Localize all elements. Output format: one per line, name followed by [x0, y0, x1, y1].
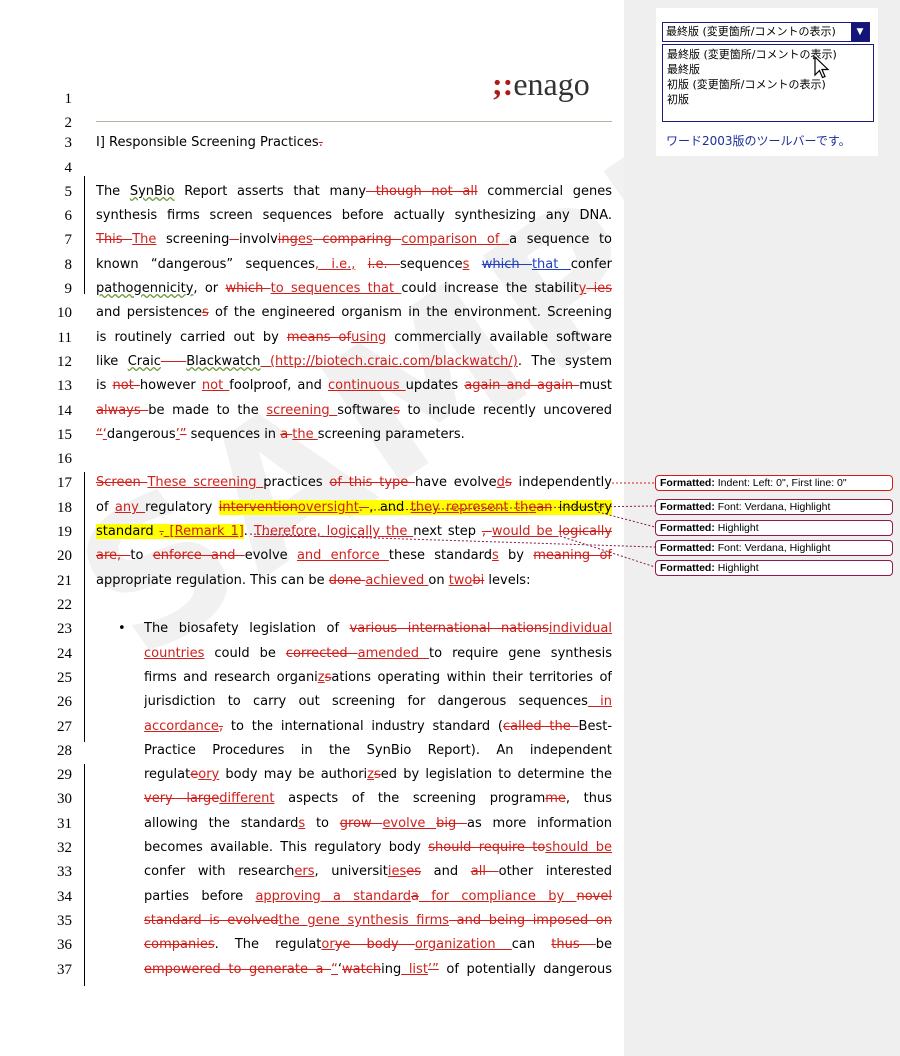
line-number: 18: [57, 500, 72, 516]
dropdown-arrow-icon[interactable]: ▼: [851, 23, 869, 41]
bullet-marker: •: [118, 621, 126, 636]
line-number: 31: [57, 816, 72, 832]
watermark: SAMPLE: [40, 0, 624, 702]
formatting-balloon[interactable]: Formatted: Font: Verdana, Highlight: [655, 499, 893, 515]
text-line-5[interactable]: The SynBio Report asserts that many thou…: [96, 182, 612, 202]
formatting-balloon[interactable]: Formatted: Highlight: [655, 520, 893, 536]
text-line-34[interactable]: parties before approving a standarda for…: [144, 887, 612, 907]
heading-text: I] Responsible Screening Practices: [96, 135, 319, 150]
line-number: 24: [57, 646, 72, 662]
text-line-17[interactable]: Screen These screening practices of this…: [96, 473, 612, 493]
text-line-31[interactable]: allowing the standards to grow evolve bi…: [144, 814, 612, 834]
text-line-37[interactable]: empowered to generate a “‘watching list’…: [144, 960, 612, 980]
formatting-balloon[interactable]: Formatted: Highlight: [655, 560, 893, 576]
line-number: 21: [57, 573, 72, 589]
dropdown-selected-value: 最終版 (変更箇所/コメントの表示): [666, 25, 836, 38]
line-number: 4: [64, 160, 73, 176]
mouse-cursor-icon: [814, 56, 830, 79]
line-number: 8: [64, 257, 73, 273]
text-line-8[interactable]: known “dangerous” sequences, i.e., i.e. …: [96, 255, 612, 275]
text-line-21[interactable]: appropriate regulation. This can be done…: [96, 571, 612, 591]
text-line-19[interactable]: standard . [Remark 1]. Therefore, logica…: [96, 522, 612, 542]
remark-1-marker[interactable]: [Remark 1]: [163, 524, 244, 539]
text-line-12[interactable]: like Craic – Blackwatch (http://biotech.…: [96, 352, 612, 372]
text-line-11[interactable]: is routinely carried out by means ofusin…: [96, 328, 612, 348]
text-line-10[interactable]: and persistences of the engineered organ…: [96, 303, 612, 323]
enago-logo: ;:enago: [492, 66, 590, 102]
text-line-13[interactable]: is not however not foolproof, and contin…: [96, 376, 612, 396]
formatting-balloon[interactable]: Formatted: Indent: Left: 0", First line:…: [655, 475, 893, 491]
line-number: 9: [64, 281, 73, 297]
line-number: 32: [57, 840, 72, 856]
line-number: 25: [57, 670, 72, 686]
line-number: 30: [57, 791, 72, 807]
display-for-review-dropdown[interactable]: 最終版 (変更箇所/コメントの表示) ▼: [662, 22, 870, 42]
dropdown-option[interactable]: 最終版: [667, 62, 869, 77]
line-number: 26: [57, 694, 72, 710]
text-line-14[interactable]: always be made to the screening software…: [96, 401, 612, 421]
change-bar: [84, 176, 85, 294]
line-number: 14: [57, 403, 72, 419]
line-number: 34: [57, 889, 72, 905]
line-number: 28: [57, 743, 72, 759]
line-number: 13: [57, 378, 72, 394]
line-number: 16: [57, 451, 72, 467]
text-line-24[interactable]: countries could be corrected amended to …: [144, 644, 612, 664]
heading-line[interactable]: I] Responsible Screening Practices.: [96, 133, 612, 153]
line-number: 37: [57, 962, 72, 978]
logo-text: enago: [513, 66, 590, 102]
line-number: 7: [64, 232, 73, 248]
text-line-29[interactable]: regulateory body may be authorizsed by l…: [144, 765, 612, 785]
toolbar-illustration: 最終版 (変更箇所/コメントの表示) ▼ 最終版 (変更箇所/コメントの表示) …: [656, 8, 878, 156]
change-bar: [84, 764, 85, 986]
line-number: 5: [64, 184, 73, 200]
line-number: 23: [57, 621, 72, 637]
text-line-23[interactable]: The biosafety legislation of various int…: [144, 619, 612, 639]
line-number: 22: [57, 597, 72, 613]
change-bar: [84, 472, 85, 742]
line-number: 27: [57, 719, 72, 735]
dropdown-option[interactable]: 初版: [667, 92, 869, 107]
line-number: 35: [57, 913, 72, 929]
text-line-30[interactable]: very largedifferent aspects of the scree…: [144, 789, 612, 809]
toolbar-caption: ワード2003版のツールバーです。: [666, 134, 851, 148]
line-number: 33: [57, 864, 72, 880]
text-line-25[interactable]: firms and research organizsations operat…: [144, 668, 612, 688]
text-line-26[interactable]: jurisdiction to carry out screening for …: [144, 692, 612, 712]
line-number: 29: [57, 767, 72, 783]
line-number: 2: [64, 115, 73, 131]
line-number: 17: [57, 475, 72, 491]
line-number: 19: [57, 524, 72, 540]
line-number: 3: [64, 135, 73, 151]
text-line-7[interactable]: This The screening involvinges comparing…: [96, 230, 612, 250]
text-line-27[interactable]: accordance, to the international industr…: [144, 717, 612, 737]
text-line-20[interactable]: are, to enforce and evolve and enforce t…: [96, 546, 612, 566]
text-line-6[interactable]: synthesis firms screen sequences before …: [96, 206, 612, 226]
text-line-36[interactable]: companies. The regulatorye body organiza…: [144, 935, 612, 955]
line-number: 20: [57, 548, 72, 564]
formatting-balloon[interactable]: Formatted: Font: Verdana, Highlight: [655, 540, 893, 556]
line-number: 6: [64, 208, 73, 224]
line-number: 36: [57, 937, 72, 953]
text-line-28[interactable]: Practice Procedures in the SynBio Report…: [144, 741, 612, 761]
line-number: 10: [57, 305, 72, 321]
text-line-32[interactable]: becomes available. This regulatory body …: [144, 838, 612, 858]
document-page: SAMPLE ;:enago 1 2 3 4 5 6 7 8 9 10 11 12 13 14 15 16 17…: [0, 0, 624, 1056]
text-line-15[interactable]: “‘dangerous’” sequences in a the screeni…: [96, 425, 612, 445]
text-line-35[interactable]: standard is evolvedthe gene synthesis fi…: [144, 911, 612, 931]
text-line-9[interactable]: pathogennicity, or which to sequences th…: [96, 279, 612, 299]
line-number: 12: [57, 354, 72, 370]
text-line-18[interactable]: of any regulatory interventionoversight.…: [96, 498, 612, 518]
text-line-33[interactable]: confer with researchers, universitieses …: [144, 862, 612, 882]
header-rule: [96, 121, 612, 122]
logo-mark: ;:: [492, 66, 514, 102]
line-number: 15: [57, 427, 72, 443]
dropdown-option[interactable]: 最終版 (変更箇所/コメントの表示): [667, 47, 869, 62]
line-number: 1: [64, 91, 73, 107]
dropdown-option[interactable]: 初版 (変更箇所/コメントの表示): [667, 77, 869, 92]
line-number: 11: [57, 330, 72, 346]
dropdown-options-list: 最終版 (変更箇所/コメントの表示) 最終版 初版 (変更箇所/コメントの表示)…: [662, 44, 874, 122]
